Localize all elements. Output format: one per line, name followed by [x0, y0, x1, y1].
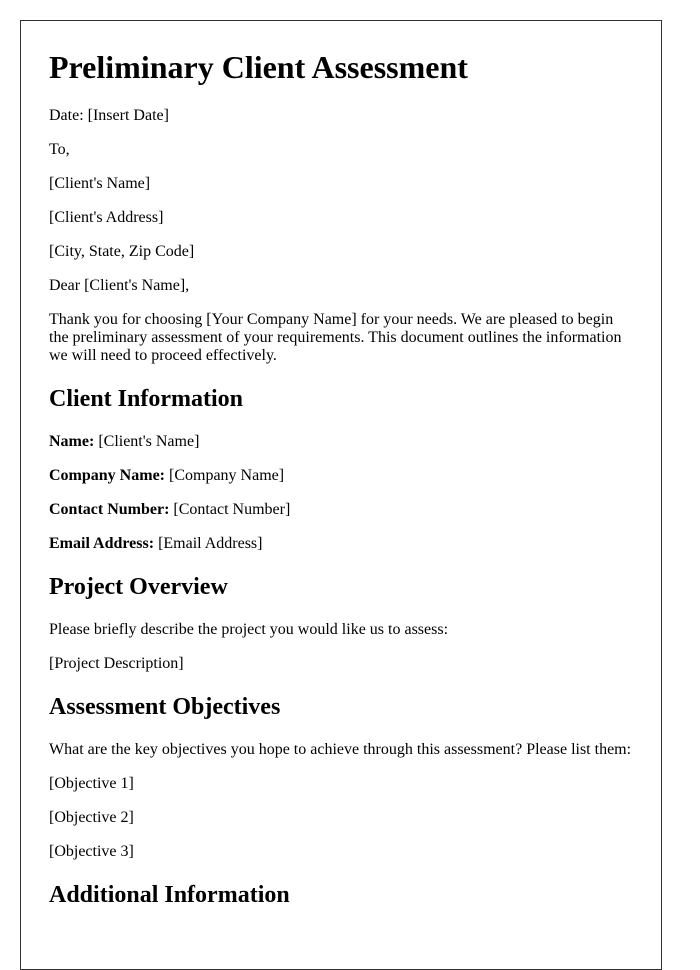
intro-paragraph: Thank you for choosing [Your Company Nam…: [49, 311, 622, 364]
additional-information-heading: Additional Information: [49, 882, 290, 908]
salutation: Dear [Client's Name],: [49, 277, 190, 294]
field-label: Email Address:: [49, 535, 155, 552]
field-label: Name:: [49, 433, 95, 450]
to-line: To,: [49, 141, 70, 158]
field-contact-number: Contact Number: [Contact Number]: [49, 501, 633, 519]
field-name: Name: [Client's Name]: [49, 433, 633, 451]
field-value: [Email Address]: [158, 535, 263, 552]
field-value: [Company Name]: [169, 467, 285, 484]
document-title: Preliminary Client Assessment: [49, 49, 468, 85]
objective-item: [Objective 3]: [49, 843, 134, 860]
client-name-line: [Client's Name]: [49, 175, 151, 192]
project-description-placeholder: [Project Description]: [49, 655, 184, 672]
assessment-objectives-prompt: What are the key objectives you hope to …: [49, 741, 632, 758]
project-overview-heading: Project Overview: [49, 574, 228, 600]
field-value: [Contact Number]: [173, 501, 291, 518]
date-line: Date: [Insert Date]: [49, 107, 169, 124]
objective-item: [Objective 2]: [49, 809, 134, 826]
document-page: Preliminary Client Assessment Date: [Ins…: [20, 20, 662, 970]
client-information-heading: Client Information: [49, 386, 243, 412]
field-email-address: Email Address: [Email Address]: [49, 535, 633, 553]
objective-item: [Objective 1]: [49, 775, 134, 792]
assessment-objectives-heading: Assessment Objectives: [49, 694, 281, 720]
field-value: [Client's Name]: [98, 433, 200, 450]
client-address-line: [Client's Address]: [49, 209, 164, 226]
field-label: Company Name:: [49, 467, 165, 484]
project-overview-prompt: Please briefly describe the project you …: [49, 621, 449, 638]
field-label: Contact Number:: [49, 501, 170, 518]
field-company-name: Company Name: [Company Name]: [49, 467, 633, 485]
city-state-zip-line: [City, State, Zip Code]: [49, 243, 195, 260]
